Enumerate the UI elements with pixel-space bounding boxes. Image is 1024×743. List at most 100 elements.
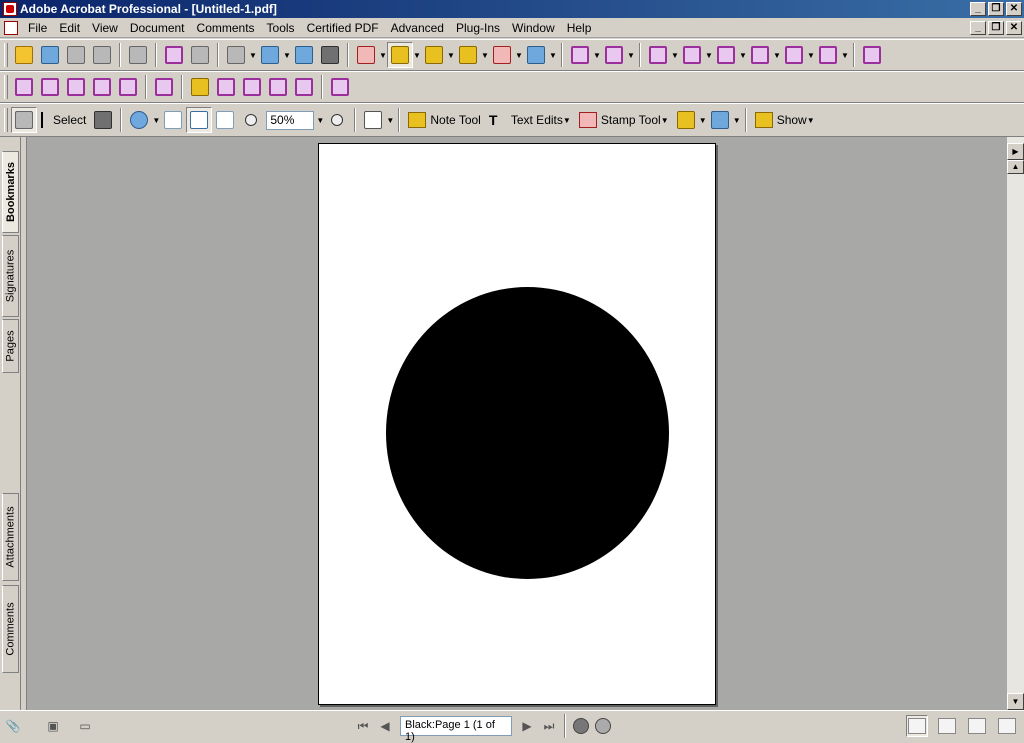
vertical-scrollbar[interactable]: ▶ ▲ ▼ [1007, 137, 1024, 710]
zoom-tool-dropdown[interactable]: ▼ [152, 116, 160, 125]
close-button[interactable]: ✕ [1006, 2, 1022, 16]
comment-dropdown[interactable]: ▼ [413, 51, 421, 60]
scroll-up-button[interactable]: ▲ [1007, 160, 1024, 174]
export-dropdown[interactable]: ▼ [249, 51, 257, 60]
actual-size-button[interactable] [160, 107, 186, 133]
fix-hairlines-button[interactable] [213, 74, 239, 100]
facing-button[interactable] [966, 715, 988, 737]
print-button[interactable] [89, 42, 115, 68]
menu-help[interactable]: Help [561, 19, 598, 37]
stamp-tool-dropdown[interactable]: ▼ [661, 116, 669, 125]
sign-button[interactable] [421, 42, 447, 68]
page-setup-icon[interactable]: ▭ [74, 715, 96, 737]
select-tool-button[interactable]: Select [37, 107, 90, 133]
crop-button[interactable] [151, 74, 177, 100]
rotate-dropdown[interactable]: ▼ [386, 116, 394, 125]
insert-pages-dropdown[interactable]: ▼ [593, 51, 601, 60]
tab-attachments[interactable]: Attachments [2, 493, 19, 581]
document-icon[interactable] [4, 20, 18, 35]
menu-advanced[interactable]: Advanced [385, 19, 450, 37]
note-tool-button[interactable]: Note Tool [404, 107, 484, 133]
save-button[interactable] [63, 42, 89, 68]
create-pdf-button[interactable] [161, 42, 187, 68]
menu-certified-pdf[interactable]: Certified PDF [301, 19, 385, 37]
object-touchup-button[interactable] [781, 42, 807, 68]
text-touchup-button[interactable] [747, 42, 773, 68]
organizer-button[interactable] [37, 42, 63, 68]
text-touchup-dropdown[interactable]: ▼ [773, 51, 781, 60]
zoom-input[interactable] [266, 110, 315, 130]
snapshot-button[interactable] [90, 107, 116, 133]
zoom-in-tool-button[interactable] [126, 107, 152, 133]
menu-tools[interactable]: Tools [261, 19, 301, 37]
measure-button[interactable] [713, 42, 739, 68]
acrobat-app-icon[interactable] [3, 2, 17, 16]
add-marks-button[interactable] [187, 74, 213, 100]
jdf-button[interactable] [291, 74, 317, 100]
options-arrow-icon[interactable]: ▶ [1007, 143, 1024, 160]
previous-page-button[interactable]: ◀ [374, 715, 396, 737]
stamp-tool-button[interactable]: Stamp Tool ▼ [575, 107, 673, 133]
open-button[interactable] [11, 42, 37, 68]
rectangle-dropdown[interactable]: ▼ [705, 51, 713, 60]
link-dropdown[interactable]: ▼ [841, 51, 849, 60]
show-dropdown[interactable]: ▼ [807, 116, 815, 125]
email-button[interactable] [125, 42, 151, 68]
pen-button[interactable] [489, 42, 515, 68]
separations-button[interactable] [37, 74, 63, 100]
doc-restore-button[interactable]: ❐ [988, 20, 1004, 35]
show-button[interactable]: Show ▼ [751, 107, 819, 133]
zoom-dropdown[interactable]: ▼ [316, 116, 324, 125]
single-page-button[interactable] [906, 715, 928, 737]
menu-view[interactable]: View [86, 19, 124, 37]
menu-plug-ins[interactable]: Plug-Ins [450, 19, 506, 37]
continuous-facing-button[interactable] [996, 715, 1018, 737]
attach-button[interactable] [257, 42, 283, 68]
ink-manager-button[interactable] [115, 74, 141, 100]
search-button[interactable] [317, 42, 343, 68]
first-page-button[interactable]: ⏮ [352, 715, 374, 737]
sign-dropdown[interactable]: ▼ [447, 51, 455, 60]
tab-pages[interactable]: Pages [2, 319, 19, 373]
review-dropdown[interactable]: ▼ [379, 51, 387, 60]
next-view-button[interactable] [592, 715, 614, 737]
zoom-in-button[interactable] [324, 107, 350, 133]
doc-minimize-button[interactable]: _ [970, 20, 986, 35]
previous-view-button[interactable] [570, 715, 592, 737]
last-page-button[interactable]: ⏭ [538, 715, 560, 737]
paperclip-status-icon[interactable]: 📎 [2, 715, 24, 737]
pdf-page[interactable] [318, 143, 716, 705]
replace-pages-dropdown[interactable]: ▼ [627, 51, 635, 60]
menu-window[interactable]: Window [506, 19, 561, 37]
tab-comments[interactable]: Comments [2, 585, 19, 673]
fit-page-button[interactable] [186, 107, 213, 133]
page-number-field[interactable]: Black:Page 1 (1 of 1) [400, 716, 512, 743]
hand-tool-button[interactable] [11, 107, 37, 133]
menu-document[interactable]: Document [124, 19, 191, 37]
rotate-button[interactable] [360, 107, 386, 133]
restore-button[interactable]: ❐ [988, 2, 1004, 16]
text-edits-button[interactable]: T Text Edits ▼ [485, 107, 575, 133]
object-touchup-dropdown[interactable]: ▼ [807, 51, 815, 60]
toolbar-grip-2[interactable] [4, 75, 8, 99]
transparency-button[interactable] [63, 74, 89, 100]
fit-width-button[interactable] [212, 107, 238, 133]
attach-file-dropdown[interactable]: ▼ [733, 116, 741, 125]
text-edits-dropdown[interactable]: ▼ [563, 116, 571, 125]
pdf-optimizer-button[interactable] [265, 74, 291, 100]
select-object-dropdown[interactable]: ▼ [671, 51, 679, 60]
preflight-button[interactable] [11, 74, 37, 100]
select-object-button[interactable] [645, 42, 671, 68]
replace-pages-button[interactable] [601, 42, 627, 68]
page-properties-button[interactable] [859, 42, 885, 68]
convert-colors-button[interactable] [89, 74, 115, 100]
menu-edit[interactable]: Edit [53, 19, 86, 37]
tab-signatures[interactable]: Signatures [2, 235, 19, 317]
document-area[interactable] [27, 137, 1007, 710]
forms-dropdown[interactable]: ▼ [549, 51, 557, 60]
menu-comments[interactable]: Comments [191, 19, 261, 37]
continuous-button[interactable] [936, 715, 958, 737]
print-production-button[interactable] [327, 74, 353, 100]
rectangle-button[interactable] [679, 42, 705, 68]
forms-button[interactable] [523, 42, 549, 68]
